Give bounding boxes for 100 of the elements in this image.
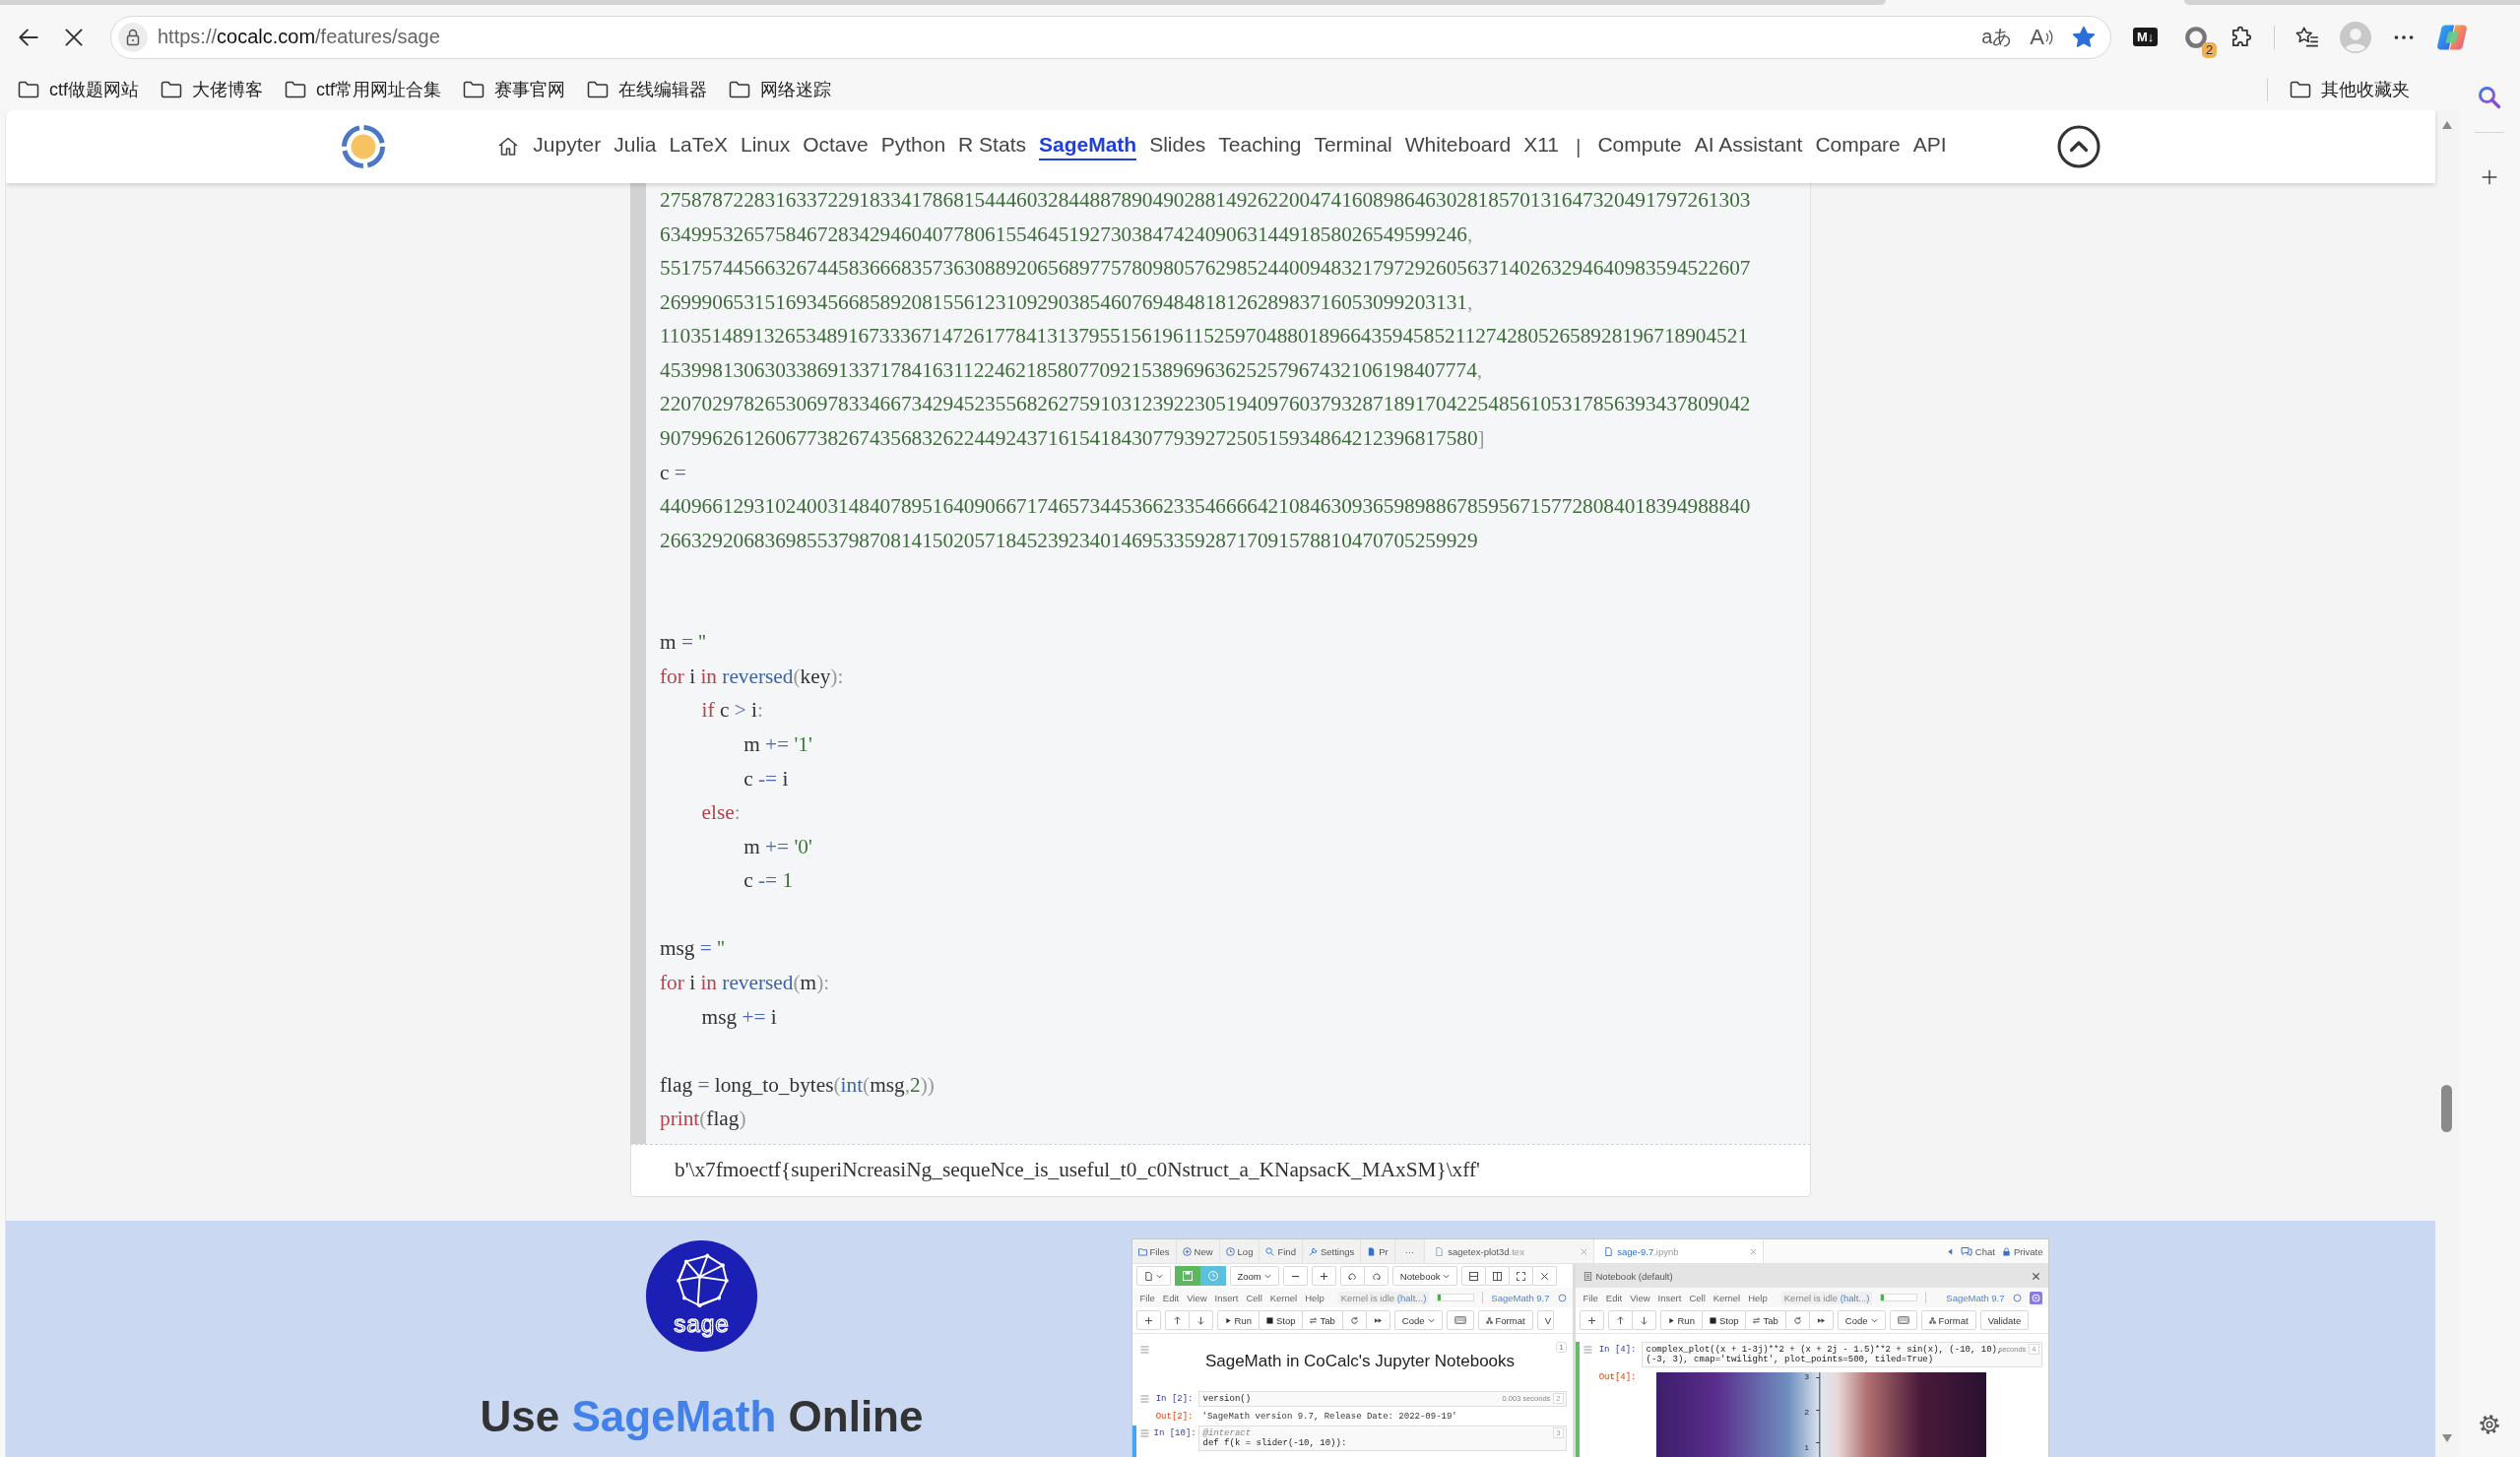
split-columns-button[interactable]	[1485, 1266, 1511, 1286]
restart-button[interactable]	[1341, 1310, 1367, 1330]
menu-item[interactable]: Insert	[1214, 1292, 1239, 1303]
menu-item[interactable]: Kernel	[1269, 1292, 1298, 1303]
nav-link[interactable]: Compare	[1815, 133, 1901, 160]
ring-logo-icon[interactable]	[341, 124, 387, 169]
top-toolbar-button[interactable]: Find	[1260, 1239, 1303, 1263]
menu-item[interactable]: Help	[1305, 1292, 1325, 1303]
file-tab[interactable]: sagetex-plot3d.tex	[1425, 1239, 1595, 1263]
nav-link[interactable]: Slides	[1149, 133, 1206, 160]
bookmark-folder[interactable]: 在线编辑器	[587, 78, 708, 101]
nav-link[interactable]: Whiteboard	[1404, 133, 1512, 160]
collapse-left-icon[interactable]	[1946, 1247, 1954, 1255]
url-text[interactable]: https://cocalc.com/features/sage	[158, 26, 1972, 48]
scroll-to-top-icon[interactable]	[2056, 125, 2100, 168]
close-frame-button[interactable]	[1532, 1266, 1558, 1286]
menu-item[interactable]: File	[1139, 1292, 1155, 1303]
zoom-dropdown[interactable]: Zoom	[1229, 1266, 1279, 1286]
move-down-button[interactable]	[1631, 1310, 1656, 1330]
nav-link[interactable]: Julia	[614, 133, 657, 160]
read-aloud-button[interactable]: A	[2030, 24, 2053, 50]
nav-link[interactable]: Teaching	[1218, 133, 1302, 160]
top-toolbar-button[interactable]: Files	[1131, 1239, 1177, 1263]
keyboard-button[interactable]	[1446, 1310, 1474, 1330]
settings-icon[interactable]	[2477, 1412, 2502, 1437]
add-cell-button[interactable]	[1135, 1310, 1161, 1330]
validate-button[interactable]: V	[1536, 1310, 1554, 1330]
close-icon[interactable]	[2031, 1271, 2040, 1281]
keyboard-button[interactable]	[1889, 1310, 1917, 1330]
add-cell-button[interactable]	[1579, 1310, 1604, 1330]
markdown-extension-button[interactable]: M↓	[2133, 28, 2159, 46]
history-clock-icon[interactable]	[1199, 1266, 1226, 1286]
bookmark-folder[interactable]: ctf常用网址合集	[285, 78, 442, 101]
drag-handle-icon[interactable]	[1139, 1429, 1149, 1437]
private-link[interactable]: Private	[2001, 1245, 2043, 1257]
zoom-in-button[interactable]	[1311, 1266, 1336, 1286]
tab-button[interactable]: Tab	[1745, 1310, 1786, 1330]
file-tab[interactable]: sage-9.7.ipynb	[1594, 1239, 1765, 1263]
top-toolbar-button[interactable]: Settings	[1302, 1239, 1362, 1263]
nav-link[interactable]: LaTeX	[669, 133, 728, 160]
stop-button[interactable]: Stop	[1258, 1310, 1304, 1330]
save-icon[interactable]	[1174, 1266, 1200, 1286]
nav-link[interactable]: Python	[880, 133, 946, 160]
tab-button[interactable]: Tab	[1302, 1310, 1343, 1330]
bookmark-folder[interactable]: 赛事官网	[463, 78, 566, 101]
top-toolbar-button[interactable]: Pr	[1361, 1239, 1395, 1263]
drag-handle-icon[interactable]	[1139, 1346, 1149, 1354]
menu-item[interactable]: Insert	[1657, 1292, 1682, 1303]
nav-link[interactable]: Compute	[1597, 133, 1682, 160]
file-menu-button[interactable]	[1135, 1266, 1171, 1286]
bookmark-folder[interactable]: ctf做题网站	[18, 78, 139, 101]
redo-button[interactable]	[1363, 1266, 1389, 1286]
menu-item[interactable]: File	[1583, 1292, 1598, 1303]
menu-item[interactable]: View	[1630, 1292, 1650, 1303]
menu-item[interactable]: Help	[1748, 1292, 1768, 1303]
fullscreen-button[interactable]	[1509, 1266, 1534, 1286]
menu-item[interactable]: Cell	[1689, 1292, 1706, 1303]
translate-button[interactable]: aあ	[1981, 24, 2013, 50]
nav-link[interactable]: Octave	[803, 133, 869, 160]
top-toolbar-button[interactable]: Log	[1219, 1239, 1260, 1263]
other-favorites-folder[interactable]: 其他收藏夹	[2290, 78, 2410, 101]
bookmark-folder[interactable]: 大佬博客	[161, 78, 263, 101]
nav-link[interactable]: SageMath	[1038, 133, 1137, 160]
menu-item[interactable]: Cell	[1246, 1292, 1262, 1303]
run-all-button[interactable]	[1365, 1310, 1390, 1330]
move-down-button[interactable]	[1188, 1310, 1213, 1330]
nav-link[interactable]: AI Assistant	[1694, 133, 1803, 160]
drag-handle-icon[interactable]	[1139, 1395, 1149, 1403]
kernel-name[interactable]: SageMath 9.7	[1946, 1292, 2005, 1303]
search-icon[interactable]	[2477, 85, 2502, 110]
validate-button[interactable]: Validate	[1979, 1310, 2030, 1330]
nav-link[interactable]: R Stats	[958, 133, 1026, 160]
cell-type-dropdown[interactable]: Code	[1837, 1310, 1886, 1330]
kernel-name[interactable]: SageMath 9.7	[1491, 1292, 1550, 1303]
nav-link[interactable]: X11	[1523, 133, 1559, 160]
nav-link[interactable]: Terminal	[1314, 133, 1392, 160]
restart-button[interactable]	[1784, 1310, 1810, 1330]
stop-button[interactable]: Stop	[1701, 1310, 1747, 1330]
nav-link[interactable]: Jupyter	[533, 133, 602, 160]
address-bar[interactable]: https://cocalc.com/features/sage aあ A	[110, 15, 2111, 59]
run-all-button[interactable]	[1808, 1310, 1834, 1330]
bookmark-folder[interactable]: 网络迷踪	[729, 78, 832, 101]
drag-handle-icon[interactable]	[1583, 1346, 1592, 1354]
lock-icon[interactable]	[118, 22, 148, 52]
split-rows-button[interactable]	[1461, 1266, 1487, 1286]
top-toolbar-button[interactable]: New	[1176, 1239, 1220, 1263]
more-tabs-button[interactable]: ···	[1394, 1239, 1426, 1263]
menu-item[interactable]: Edit	[1605, 1292, 1623, 1303]
run-button[interactable]: Run	[1216, 1310, 1260, 1330]
favorite-star-icon[interactable]	[2071, 24, 2097, 50]
cell-type-dropdown[interactable]: Code	[1393, 1310, 1443, 1330]
scrollbar-thumb[interactable]	[2441, 1085, 2452, 1132]
nav-link[interactable]: API	[1912, 133, 1947, 160]
format-button[interactable]: Format	[1477, 1310, 1533, 1330]
nav-link[interactable]: Linux	[741, 133, 791, 160]
scroll-up-arrow-icon[interactable]	[2441, 120, 2453, 130]
format-button[interactable]: Format	[1920, 1310, 1976, 1330]
chat-link[interactable]: Chat	[1960, 1245, 1995, 1257]
view-dropdown[interactable]: Notebook	[1391, 1266, 1458, 1286]
menu-item[interactable]: Edit	[1162, 1292, 1180, 1303]
